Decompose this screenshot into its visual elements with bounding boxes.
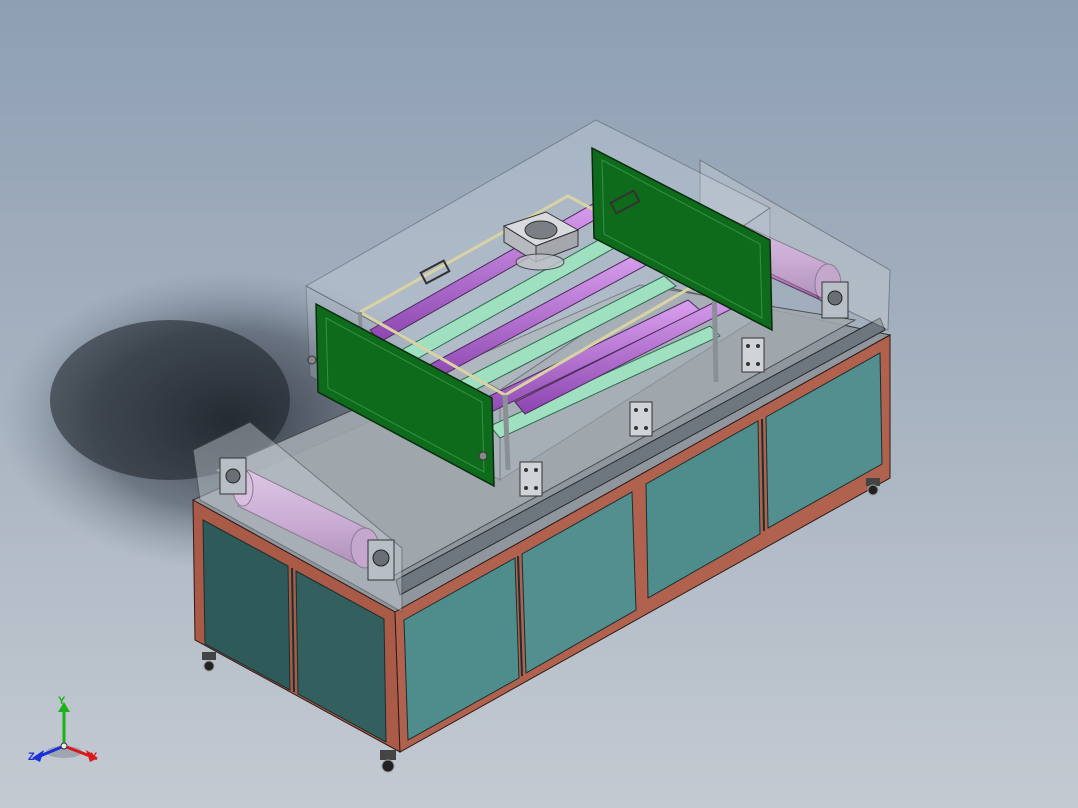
bearing-block — [219, 457, 247, 495]
bearing-block — [367, 539, 395, 581]
frame-post — [502, 394, 511, 471]
machine-3d-model[interactable] — [0, 0, 1078, 808]
mounting-bracket — [629, 401, 653, 437]
mounting-bracket — [741, 337, 765, 373]
axis-label-y: Y — [58, 695, 66, 707]
graphics-viewport[interactable]: Y Z X — [0, 0, 1078, 808]
view-orientation-triad[interactable]: Y Z X — [24, 696, 104, 768]
axis-label-z: Z — [28, 751, 35, 763]
caster-wheel — [202, 652, 216, 672]
axis-label-x: X — [90, 751, 98, 763]
bearing-block — [821, 281, 849, 319]
mounting-bracket — [519, 461, 543, 497]
caster-wheel — [380, 750, 396, 773]
